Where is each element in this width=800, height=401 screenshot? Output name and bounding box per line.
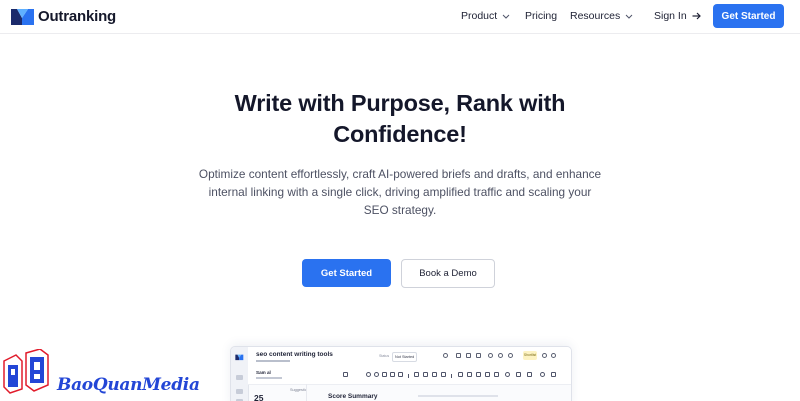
brand-name: Outranking xyxy=(38,7,117,25)
preview-divider xyxy=(306,384,307,401)
sidebar-icon xyxy=(236,375,243,380)
align-left-icon[interactable] xyxy=(458,372,463,377)
hero-subtitle: Optimize content effortlessly, craft AI-… xyxy=(198,167,602,217)
redo-icon[interactable] xyxy=(374,372,379,377)
italic-icon[interactable] xyxy=(423,372,428,377)
expand-icon[interactable] xyxy=(551,372,556,377)
nav-product[interactable]: Product xyxy=(461,10,510,22)
preview-progress-track xyxy=(418,395,498,397)
nav-pricing-label: Pricing xyxy=(525,10,558,22)
image-icon[interactable] xyxy=(343,372,348,377)
sign-in-label: Sign In xyxy=(654,10,687,22)
underline-icon[interactable] xyxy=(432,372,437,377)
outranking-logo-icon xyxy=(11,9,34,25)
help-icon[interactable] xyxy=(542,353,547,358)
preview-status-select[interactable]: Not Started xyxy=(392,352,418,362)
link-insert-icon[interactable] xyxy=(398,372,403,377)
arrow-right-icon xyxy=(692,12,701,20)
preview-sidebar xyxy=(231,347,249,401)
preview-score-summary-title: Score Summary xyxy=(328,393,378,400)
image-insert-icon[interactable] xyxy=(390,372,395,377)
brand-logo[interactable]: Outranking xyxy=(10,6,116,26)
settings-icon[interactable] xyxy=(508,353,513,358)
circle-icon[interactable] xyxy=(443,353,448,358)
nav-resources[interactable]: Resources xyxy=(570,10,633,22)
preview-status-label: Status xyxy=(379,354,390,358)
indent-icon[interactable] xyxy=(494,372,499,377)
get-started-button[interactable]: Get Started xyxy=(302,259,391,287)
hero-title-line-2: Confidence! xyxy=(333,121,467,147)
preview-suggestions-tab[interactable]: Suggestio xyxy=(290,388,307,392)
toolbar-divider xyxy=(451,374,452,378)
document-icon[interactable] xyxy=(456,353,461,358)
download-icon[interactable] xyxy=(527,372,532,377)
preview-content: 25 Suggestio Score Summary xyxy=(248,384,571,401)
preview-badge: Shortlist xyxy=(523,351,537,360)
preview-doc-meta xyxy=(256,360,290,362)
history-icon[interactable] xyxy=(516,372,521,377)
preview-user-name: Sam al xyxy=(256,370,271,375)
undo-icon[interactable] xyxy=(366,372,371,377)
avatar[interactable] xyxy=(551,353,556,358)
outranking-logo-icon xyxy=(235,354,244,361)
nav-pricing[interactable]: Pricing xyxy=(525,10,557,22)
list-number-icon[interactable] xyxy=(485,372,490,377)
chevron-down-icon xyxy=(625,14,633,19)
list-bullet-icon[interactable] xyxy=(476,372,481,377)
watermark-text: BaoQuanMedia xyxy=(57,375,200,395)
hero-title: Write with Purpose, Rank with Confidence… xyxy=(160,88,640,150)
preview-doc-title: seo content writing tools xyxy=(256,351,333,358)
table-icon[interactable] xyxy=(382,372,387,377)
sidebar-icon xyxy=(236,389,243,394)
nav-product-label: Product xyxy=(461,10,498,22)
nav-resources-label: Resources xyxy=(570,10,621,22)
watermark-logo-icon xyxy=(3,349,49,394)
refresh-icon[interactable] xyxy=(488,353,493,358)
comment-icon[interactable] xyxy=(505,372,510,377)
book-demo-button[interactable]: Book a Demo xyxy=(401,259,495,288)
ai-assist-icon[interactable] xyxy=(540,372,545,377)
bold-icon[interactable] xyxy=(414,372,419,377)
strikethrough-icon[interactable] xyxy=(441,372,446,377)
hero-title-line-1: Write with Purpose, Rank with xyxy=(234,90,566,116)
chevron-down-icon xyxy=(502,14,510,19)
nav-get-started-button[interactable]: Get Started xyxy=(713,4,784,28)
toolbar-divider xyxy=(408,374,409,378)
align-center-icon[interactable] xyxy=(467,372,472,377)
landing-page: Outranking Product Pricing Resources Sig… xyxy=(0,0,800,401)
preview-editor-toolbar: Sam al xyxy=(248,367,571,385)
grid-icon[interactable] xyxy=(476,353,481,358)
preview-score-value: 25 xyxy=(254,393,264,401)
app-preview: seo content writing tools Status Not Sta… xyxy=(230,346,572,401)
copy-icon[interactable] xyxy=(466,353,471,358)
preview-user-email xyxy=(256,377,282,379)
top-navbar: Outranking Product Pricing Resources Sig… xyxy=(0,0,800,34)
sign-in-link[interactable]: Sign In xyxy=(654,10,701,22)
preview-header: seo content writing tools Status Not Sta… xyxy=(248,347,571,368)
link-icon[interactable] xyxy=(498,353,503,358)
